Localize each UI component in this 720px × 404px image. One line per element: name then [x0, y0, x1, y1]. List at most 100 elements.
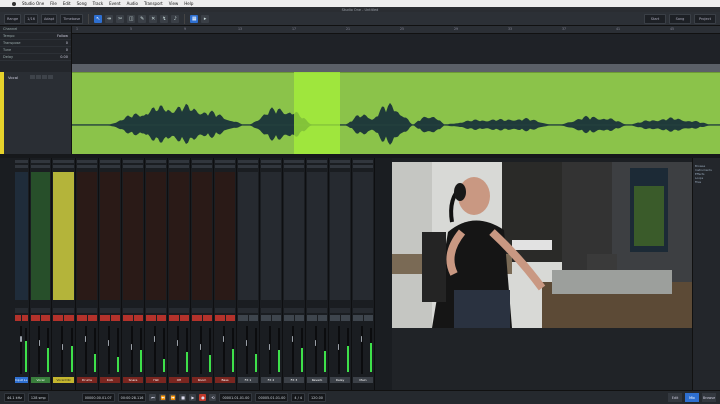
timeline-ruler[interactable]: 1 5 9 13 17 21 25 29 33 37 41 45 [72, 26, 720, 34]
pan-knob[interactable] [215, 308, 235, 313]
menu-item-app[interactable]: Studio One [22, 1, 44, 6]
mute-button[interactable] [123, 315, 133, 321]
pan-knob[interactable] [192, 308, 212, 313]
pan-knob[interactable] [353, 308, 373, 313]
tab-browse[interactable]: Browse [702, 393, 716, 402]
tab-edit[interactable]: Edit [668, 393, 682, 402]
snap-mode-select[interactable]: Range [4, 13, 22, 24]
insert-rack[interactable] [353, 172, 373, 300]
time-signature-display[interactable]: 4 / 4 [291, 393, 306, 402]
insert-rack[interactable] [53, 172, 74, 300]
channel-name[interactable]: FX 2 [261, 377, 281, 383]
range-tool-icon[interactable]: ⇹ [105, 14, 114, 23]
rewind-icon[interactable]: ⏪ [159, 394, 167, 401]
listen-tool-icon[interactable]: ♪ [171, 14, 180, 23]
fader-handle[interactable] [269, 344, 271, 350]
channel-name[interactable]: Hat [146, 377, 166, 383]
apple-icon[interactable] [12, 1, 16, 6]
fader-track[interactable] [245, 326, 248, 374]
insert-slot[interactable] [353, 160, 373, 163]
inspector-row[interactable]: Delay 0.00 [0, 54, 71, 61]
mute-button[interactable] [53, 315, 63, 321]
mixer-channel-strip[interactable]: Drums [76, 158, 99, 390]
arrow-tool-icon[interactable]: ↖ [94, 14, 103, 23]
solo-button[interactable] [363, 315, 373, 321]
loop-range-bar[interactable] [72, 64, 720, 72]
channel-name[interactable]: OH [169, 377, 189, 383]
insert-slot[interactable] [261, 160, 281, 163]
mixer-channel-strip[interactable]: Hat [145, 158, 168, 390]
mixer-channel-strip[interactable]: Snare [122, 158, 145, 390]
menu-item-audio[interactable]: Audio [127, 1, 138, 6]
inspector-row[interactable]: Channel [0, 26, 71, 33]
insert-slot[interactable] [307, 160, 327, 163]
menu-item-help[interactable]: Help [184, 1, 193, 6]
insert-rack[interactable] [31, 172, 50, 300]
send-slot[interactable] [77, 165, 97, 168]
send-slot[interactable] [146, 165, 166, 168]
channel-name[interactable]: Drums [77, 377, 97, 383]
mixer-channel-strip[interactable]: FX 1 [237, 158, 260, 390]
menu-item-track[interactable]: Track [93, 1, 103, 6]
solo-button[interactable] [36, 75, 41, 79]
fader-track[interactable] [84, 326, 87, 374]
menu-item-view[interactable]: View [169, 1, 179, 6]
fader-handle[interactable] [361, 336, 363, 342]
solo-button[interactable] [22, 315, 28, 321]
menu-item-event[interactable]: Event [109, 1, 120, 6]
send-slot[interactable] [307, 165, 327, 168]
mute-button[interactable] [169, 315, 179, 321]
pan-knob[interactable] [238, 308, 258, 313]
solo-button[interactable] [110, 315, 120, 321]
solo-button[interactable] [133, 315, 143, 321]
fader-track[interactable] [153, 326, 156, 374]
channel-name[interactable]: Snare [123, 377, 143, 383]
fader-track[interactable] [360, 326, 363, 374]
inspector-value[interactable]: 0.00 [60, 55, 68, 59]
inspector-row[interactable]: Tune 0 [0, 47, 71, 54]
quantize-select[interactable]: 1/16 [24, 13, 38, 24]
pan-knob[interactable] [330, 308, 350, 313]
solo-button[interactable] [202, 315, 212, 321]
insert-rack[interactable] [100, 172, 120, 300]
fader-handle[interactable] [20, 336, 22, 342]
pan-knob[interactable] [307, 308, 327, 313]
monitor-button[interactable] [48, 75, 53, 79]
fader-handle[interactable] [177, 340, 179, 346]
fader-handle[interactable] [85, 336, 87, 342]
tab-project[interactable]: Project [694, 13, 716, 24]
split-tool-icon[interactable]: ✂ [116, 14, 125, 23]
insert-rack[interactable] [15, 172, 28, 300]
track-header[interactable]: Vocal [0, 72, 72, 154]
pan-knob[interactable] [261, 308, 281, 313]
insert-slot[interactable] [284, 160, 304, 163]
fader-track[interactable] [268, 326, 271, 374]
solo-button[interactable] [179, 315, 189, 321]
insert-rack[interactable] [330, 172, 350, 300]
snap-toggle-icon[interactable]: ▦ [190, 14, 199, 23]
send-slot[interactable] [123, 165, 143, 168]
insert-slot[interactable] [215, 160, 235, 163]
pan-knob[interactable] [31, 308, 50, 313]
fader-track[interactable] [38, 326, 41, 374]
snap-select[interactable]: Adapt [40, 13, 58, 24]
audio-clip[interactable] [72, 72, 720, 154]
mixer-channel-strip[interactable]: Input L+R [14, 158, 30, 390]
fader-handle[interactable] [154, 336, 156, 342]
tempo-display[interactable]: 120.00 [308, 393, 326, 402]
inspector-row[interactable]: Tempo Follow [0, 33, 71, 40]
autoscroll-icon[interactable]: ▸ [201, 14, 210, 23]
mixer-channel-strip[interactable]: Delay [329, 158, 352, 390]
fader-track[interactable] [314, 326, 317, 374]
mute-button[interactable] [353, 315, 363, 321]
browser-item[interactable]: Files [695, 180, 719, 184]
mute-button[interactable] [284, 315, 294, 321]
fader-track[interactable] [199, 326, 202, 374]
insert-rack[interactable] [215, 172, 235, 300]
solo-button[interactable] [248, 315, 258, 321]
insert-slot[interactable] [238, 160, 258, 163]
mute-tool-icon[interactable]: ✕ [149, 14, 158, 23]
tab-song[interactable]: Song [669, 13, 691, 24]
mixer-channel-strip[interactable]: Main [352, 158, 375, 390]
insert-slot[interactable] [146, 160, 166, 163]
